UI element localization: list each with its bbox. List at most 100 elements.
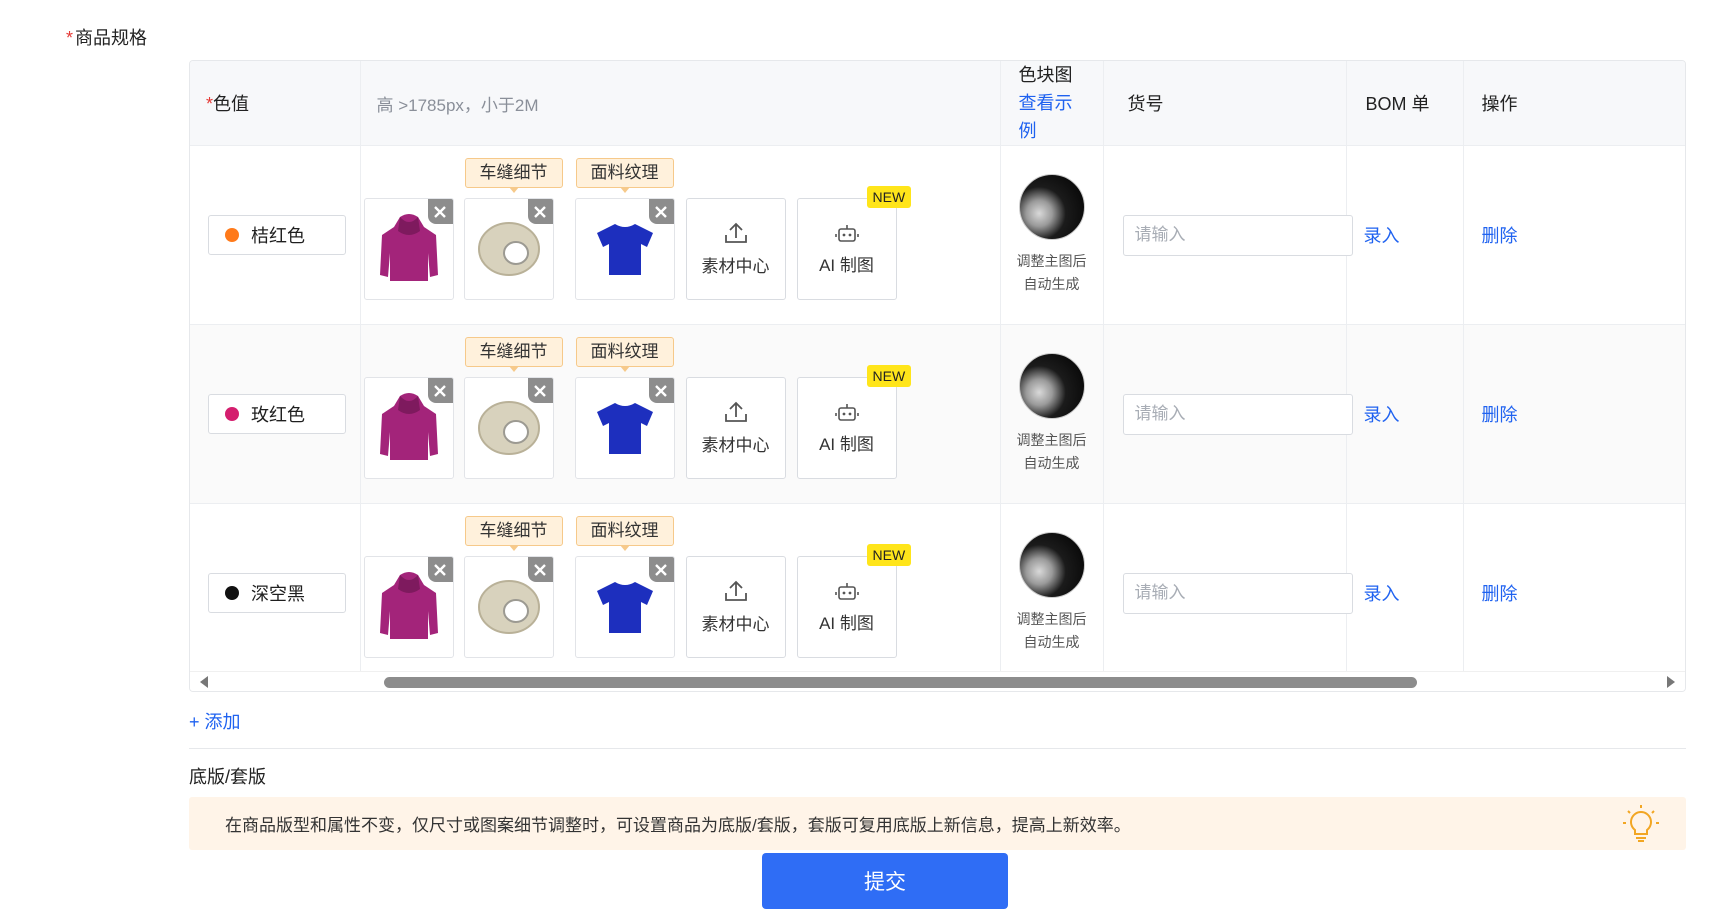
color-name: 桔红色 bbox=[251, 226, 305, 246]
close-icon bbox=[655, 384, 667, 397]
header-swatch-label: 色块图 bbox=[1018, 65, 1073, 85]
remove-image-button[interactable] bbox=[527, 199, 553, 224]
header-swatch: 色块图 查看示例 bbox=[1000, 61, 1104, 146]
hoodie-icon bbox=[379, 572, 438, 639]
robot-icon bbox=[834, 224, 859, 242]
product-thumb[interactable] bbox=[463, 556, 554, 658]
swatch-cell: 调整主图后 自动生成 bbox=[1000, 145, 1104, 325]
tape-roll-icon bbox=[477, 222, 540, 276]
product-thumb[interactable] bbox=[574, 377, 675, 479]
image-row: 车缝细节 面料纹理 素材中心 AI 制图 NEW bbox=[363, 325, 1000, 503]
required-mark: * bbox=[206, 94, 214, 114]
bom-entry-link[interactable]: 录入 bbox=[1364, 226, 1400, 246]
color-chip[interactable]: 玫红色 bbox=[208, 394, 346, 434]
hoodie-icon bbox=[379, 393, 438, 460]
close-icon bbox=[534, 384, 546, 397]
product-thumb[interactable] bbox=[363, 377, 454, 479]
material-center-button[interactable]: 素材中心 bbox=[685, 198, 786, 300]
color-dot bbox=[225, 228, 239, 242]
sku-input[interactable] bbox=[1122, 393, 1353, 435]
remove-image-button[interactable] bbox=[648, 557, 674, 582]
swatch-preview bbox=[1018, 532, 1085, 598]
scrollbar-thumb[interactable] bbox=[384, 677, 1417, 688]
material-center-label: 素材中心 bbox=[701, 256, 770, 276]
robot-icon bbox=[834, 582, 859, 600]
bom-entry-link[interactable]: 录入 bbox=[1364, 584, 1400, 604]
ai-drawing-button[interactable]: AI 制图 bbox=[796, 377, 897, 479]
product-thumb[interactable] bbox=[363, 198, 454, 300]
remove-image-button[interactable] bbox=[527, 557, 553, 582]
section-title-text: 商品规格 bbox=[75, 28, 148, 48]
close-icon bbox=[655, 205, 667, 218]
product-thumb[interactable] bbox=[463, 198, 554, 300]
tshirt-icon bbox=[596, 224, 653, 275]
swatch-note-line1: 调整主图后 bbox=[1016, 253, 1087, 269]
sku-input[interactable] bbox=[1122, 214, 1353, 256]
product-thumb[interactable] bbox=[574, 556, 675, 658]
material-center-button[interactable]: 素材中心 bbox=[685, 556, 786, 658]
delete-row-link[interactable]: 删除 bbox=[1482, 405, 1518, 425]
required-mark: * bbox=[66, 28, 74, 48]
header-bom: BOM 单 bbox=[1346, 61, 1464, 146]
swatch-cell: 调整主图后 自动生成 bbox=[1000, 503, 1104, 683]
remove-image-button[interactable] bbox=[427, 557, 453, 582]
base-section-tip: 在商品版型和属性不变，仅尺寸或图案细节调整时，可设置商品为底版/套版，套版可复用… bbox=[189, 797, 1686, 850]
remove-image-button[interactable] bbox=[648, 199, 674, 224]
tape-roll-icon bbox=[477, 401, 540, 455]
new-badge: NEW bbox=[866, 186, 912, 208]
product-thumb[interactable] bbox=[463, 377, 554, 479]
add-row-link[interactable]: + 添加 bbox=[189, 708, 241, 734]
product-thumb[interactable] bbox=[363, 556, 454, 658]
header-sku: 货号 bbox=[1103, 61, 1347, 146]
header-color: *色值 bbox=[190, 61, 361, 146]
swatch-note-line2: 自动生成 bbox=[1023, 455, 1080, 471]
color-chip[interactable]: 桔红色 bbox=[208, 215, 346, 255]
image-cell: 车缝细节 面料纹理 素材中心 AI 制图 NEW bbox=[360, 145, 1001, 325]
scroll-left-arrow-icon[interactable] bbox=[200, 676, 208, 688]
color-dot bbox=[225, 407, 239, 421]
remove-image-button[interactable] bbox=[527, 378, 553, 403]
remove-image-button[interactable] bbox=[648, 378, 674, 403]
base-section-title: 底版/套版 bbox=[189, 767, 267, 787]
sku-cell bbox=[1103, 324, 1353, 504]
material-center-label: 素材中心 bbox=[701, 614, 770, 634]
tshirt-icon bbox=[596, 582, 653, 633]
tape-roll-icon bbox=[477, 580, 540, 634]
view-example-link[interactable]: 查看示例 bbox=[1019, 89, 1085, 145]
bom-entry-link[interactable]: 录入 bbox=[1364, 405, 1400, 425]
color-name: 玫红色 bbox=[251, 405, 305, 425]
image-row: 车缝细节 面料纹理 素材中心 AI 制图 NEW bbox=[363, 146, 1000, 324]
ops-cell: 删除 bbox=[1463, 145, 1685, 325]
submit-button[interactable]: 提交 bbox=[762, 853, 1008, 909]
remove-image-button[interactable] bbox=[427, 199, 453, 224]
divider bbox=[189, 748, 1686, 749]
new-badge: NEW bbox=[866, 365, 912, 387]
section-title: * 商品规格 bbox=[66, 24, 147, 50]
new-badge: NEW bbox=[866, 544, 912, 566]
material-center-button[interactable]: 素材中心 bbox=[685, 377, 786, 479]
horizontal-scrollbar[interactable] bbox=[190, 671, 1685, 691]
robot-icon bbox=[834, 403, 859, 421]
close-icon bbox=[534, 563, 546, 576]
close-icon bbox=[434, 384, 446, 397]
sku-input[interactable] bbox=[1122, 572, 1353, 614]
color-chip[interactable]: 深空黑 bbox=[208, 573, 346, 613]
bom-cell: 录入 bbox=[1346, 145, 1464, 325]
spec-table: *色值 高 >1785px，小于2M 色块图 查看示例 货号 BOM 单 操作 … bbox=[190, 61, 1685, 683]
tshirt-icon bbox=[596, 403, 653, 454]
ai-drawing-button[interactable]: AI 制图 bbox=[796, 556, 897, 658]
hoodie-icon bbox=[379, 214, 438, 281]
sku-cell bbox=[1103, 145, 1353, 325]
tag-stitch-detail: 车缝细节 bbox=[464, 337, 563, 372]
remove-image-button[interactable] bbox=[427, 378, 453, 403]
swatch-cell: 调整主图后 自动生成 bbox=[1000, 324, 1104, 504]
tag-stitch-detail: 车缝细节 bbox=[464, 516, 563, 551]
header-ops: 操作 bbox=[1463, 61, 1685, 146]
scroll-right-arrow-icon[interactable] bbox=[1667, 676, 1675, 688]
ai-drawing-button[interactable]: AI 制图 bbox=[796, 198, 897, 300]
delete-row-link[interactable]: 删除 bbox=[1482, 584, 1518, 604]
upload-icon bbox=[724, 580, 747, 601]
product-thumb[interactable] bbox=[574, 198, 675, 300]
ai-drawing-label: AI 制图 bbox=[819, 613, 874, 633]
delete-row-link[interactable]: 删除 bbox=[1482, 226, 1518, 246]
